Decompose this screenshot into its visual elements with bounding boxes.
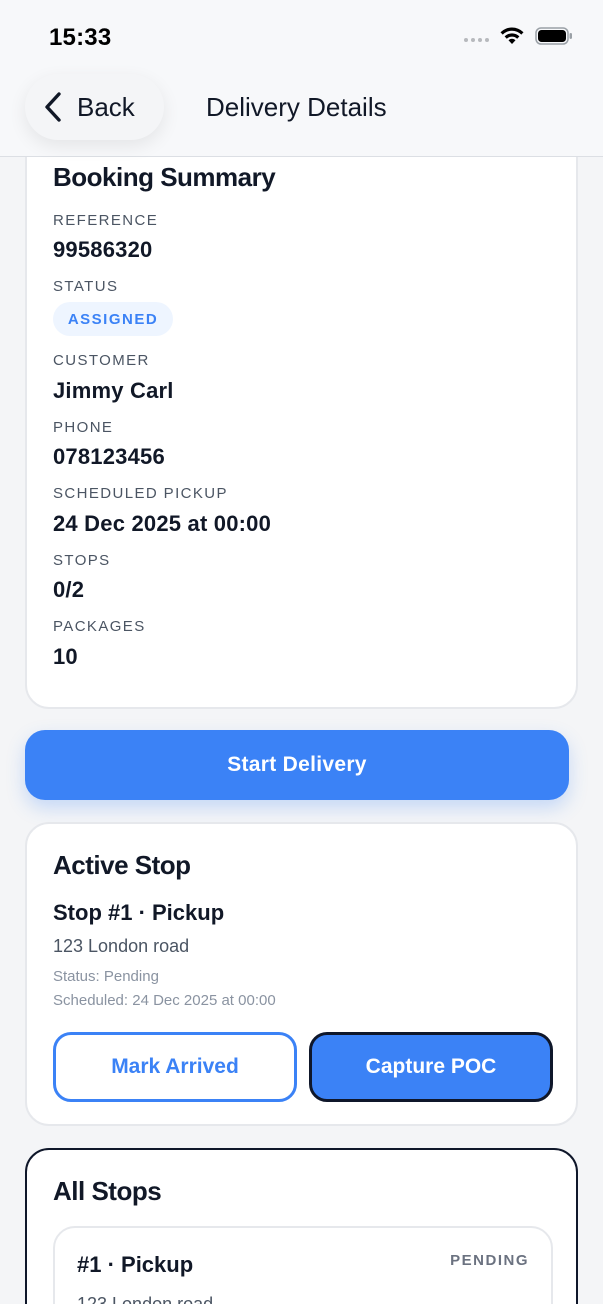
status-label: STATUS <box>53 278 119 295</box>
page-title: Delivery Details <box>206 92 387 122</box>
booking-summary-card: Booking Summary REFERENCE 99586320 STATU… <box>25 120 578 709</box>
signal-dots-icon <box>464 38 489 42</box>
scheduled-pickup-label: SCHEDULED PICKUP <box>53 485 228 502</box>
active-stop-card: Active Stop Stop #1 · Pickup 123 London … <box>25 822 578 1126</box>
chevron-left-icon <box>45 92 61 122</box>
stop-item-title: #1 · Pickup <box>77 1252 194 1277</box>
wifi-icon <box>500 27 524 44</box>
back-label: Back <box>77 91 135 122</box>
battery-icon <box>535 27 572 45</box>
packages-label: PACKAGES <box>53 618 146 635</box>
status-time: 15:33 <box>49 24 112 51</box>
phone-value: 078123456 <box>53 444 165 469</box>
active-stop-heading: Stop #1 · Pickup <box>53 900 225 925</box>
delivery-details-screen: 15:33 Back Delivery Details Booking Summ… <box>0 0 603 1304</box>
booking-summary-title: Booking Summary <box>53 162 276 192</box>
all-stops-card: All Stops #1 · Pickup PENDING 123 London… <box>25 1148 578 1304</box>
top-bar: 15:33 Back Delivery Details <box>0 0 603 157</box>
customer-label: CUSTOMER <box>53 352 150 369</box>
list-item[interactable]: #1 · Pickup PENDING 123 London road <box>53 1226 553 1304</box>
packages-value: 10 <box>53 644 78 669</box>
back-button[interactable]: Back <box>25 74 164 140</box>
active-stop-title: Active Stop <box>53 850 191 880</box>
active-stop-status: Status: Pending <box>53 968 159 985</box>
stop-item-address: 123 London road <box>77 1294 214 1304</box>
status-badge: ASSIGNED <box>53 302 173 336</box>
start-delivery-button[interactable]: Start Delivery <box>25 730 569 800</box>
reference-value: 99586320 <box>53 237 153 262</box>
stops-label: STOPS <box>53 552 111 569</box>
all-stops-title: All Stops <box>53 1176 162 1206</box>
status-icons <box>464 26 573 46</box>
stop-item-status: PENDING <box>450 1252 529 1269</box>
capture-poc-button[interactable]: Capture POC <box>309 1032 553 1102</box>
customer-value: Jimmy Carl <box>53 378 174 403</box>
mark-arrived-button[interactable]: Mark Arrived <box>53 1032 297 1102</box>
stops-value: 0/2 <box>53 577 85 602</box>
active-stop-scheduled: Scheduled: 24 Dec 2025 at 00:00 <box>53 992 276 1009</box>
phone-label: PHONE <box>53 419 114 436</box>
scheduled-pickup-value: 24 Dec 2025 at 00:00 <box>53 511 272 536</box>
active-stop-address: 123 London road <box>53 936 190 956</box>
reference-label: REFERENCE <box>53 212 159 229</box>
